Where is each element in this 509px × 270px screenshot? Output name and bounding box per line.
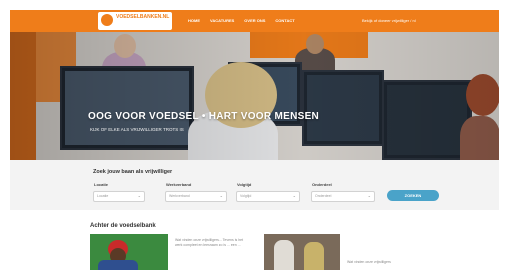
main-nav: HOME VACATURES OVER ONS CONTACT [188,18,295,23]
onderdeel-select[interactable]: Onderdeel ⌄ [311,191,375,202]
nav-contact[interactable]: CONTACT [275,18,294,23]
card-text-2: Wat vinden onze vrijwilligers [347,260,391,264]
frame-right [499,0,509,270]
about-section: Achter de voedselbank Wat vinden onze vr… [10,210,499,270]
logo-name: VOEDSELBANKEN.NL [116,14,170,20]
search-button[interactable]: ZOEKEN [387,190,439,201]
card-image-1-body [98,260,138,270]
hero-subtitle: KIJK OF ELKE ALS VRIJWILLIGER TROTS IS [90,127,184,132]
nav-vacatures[interactable]: VACATURES [210,18,234,23]
chevron-down-icon: ⌄ [292,193,296,198]
onderdeel-label: Onderdeel [312,182,332,187]
location-label: Locatie [94,182,109,187]
logo-icon [101,14,113,26]
frame-left [0,0,10,270]
volgtijd-value: Volgtijd [240,194,252,198]
nav-home[interactable]: HOME [188,18,200,23]
card-image-1[interactable] [90,234,168,270]
hero-shade [10,32,499,160]
card-image-2-person-1 [274,240,294,270]
search-title: Zoek jouw baan als vrijwilliger [93,169,173,175]
volgtijd-select[interactable]: Volgtijd ⌄ [236,191,300,202]
card-text-1: Wat vinden onze vrijwilligers... Tevens … [175,238,244,247]
header-right-link[interactable]: Bekijk of doneer vrijwilliger / nl [362,18,416,23]
onderdeel-value: Onderdeel [315,194,332,198]
hero-banner: OOG VOOR VOEDSEL • HART VOOR MENSEN KIJK… [10,32,499,160]
site-logo[interactable]: VOEDSELBANKEN.NL [98,12,172,30]
werkverband-value: Werkverband [169,194,190,198]
vacancy-search-section: Zoek jouw baan als vrijwilliger Locatie … [10,160,499,210]
page: VOEDSELBANKEN.NL HOME VACATURES OVER ONS… [0,0,509,270]
card-image-2-person-2 [304,242,324,270]
section-title: Achter de voedselbank [90,223,156,229]
location-value: Locatie [97,194,109,198]
top-navigation-bar: VOEDSELBANKEN.NL HOME VACATURES OVER ONS… [10,10,499,32]
search-button-label: ZOEKEN [404,193,422,198]
chevron-down-icon: ⌄ [367,193,371,198]
hero-title: OOG VOOR VOEDSEL • HART VOOR MENSEN [88,111,320,122]
chevron-down-icon: ⌄ [219,193,223,198]
nav-over-ons[interactable]: OVER ONS [244,18,265,23]
volgtijd-label: Volgtijd [237,182,252,187]
card-image-2[interactable] [264,234,340,270]
werkverband-select[interactable]: Werkverband ⌄ [165,191,227,202]
frame-top [0,0,509,10]
location-select[interactable]: Locatie ⌄ [93,191,145,202]
chevron-down-icon: ⌄ [137,193,141,198]
werkverband-label: Werkverband [166,182,192,187]
